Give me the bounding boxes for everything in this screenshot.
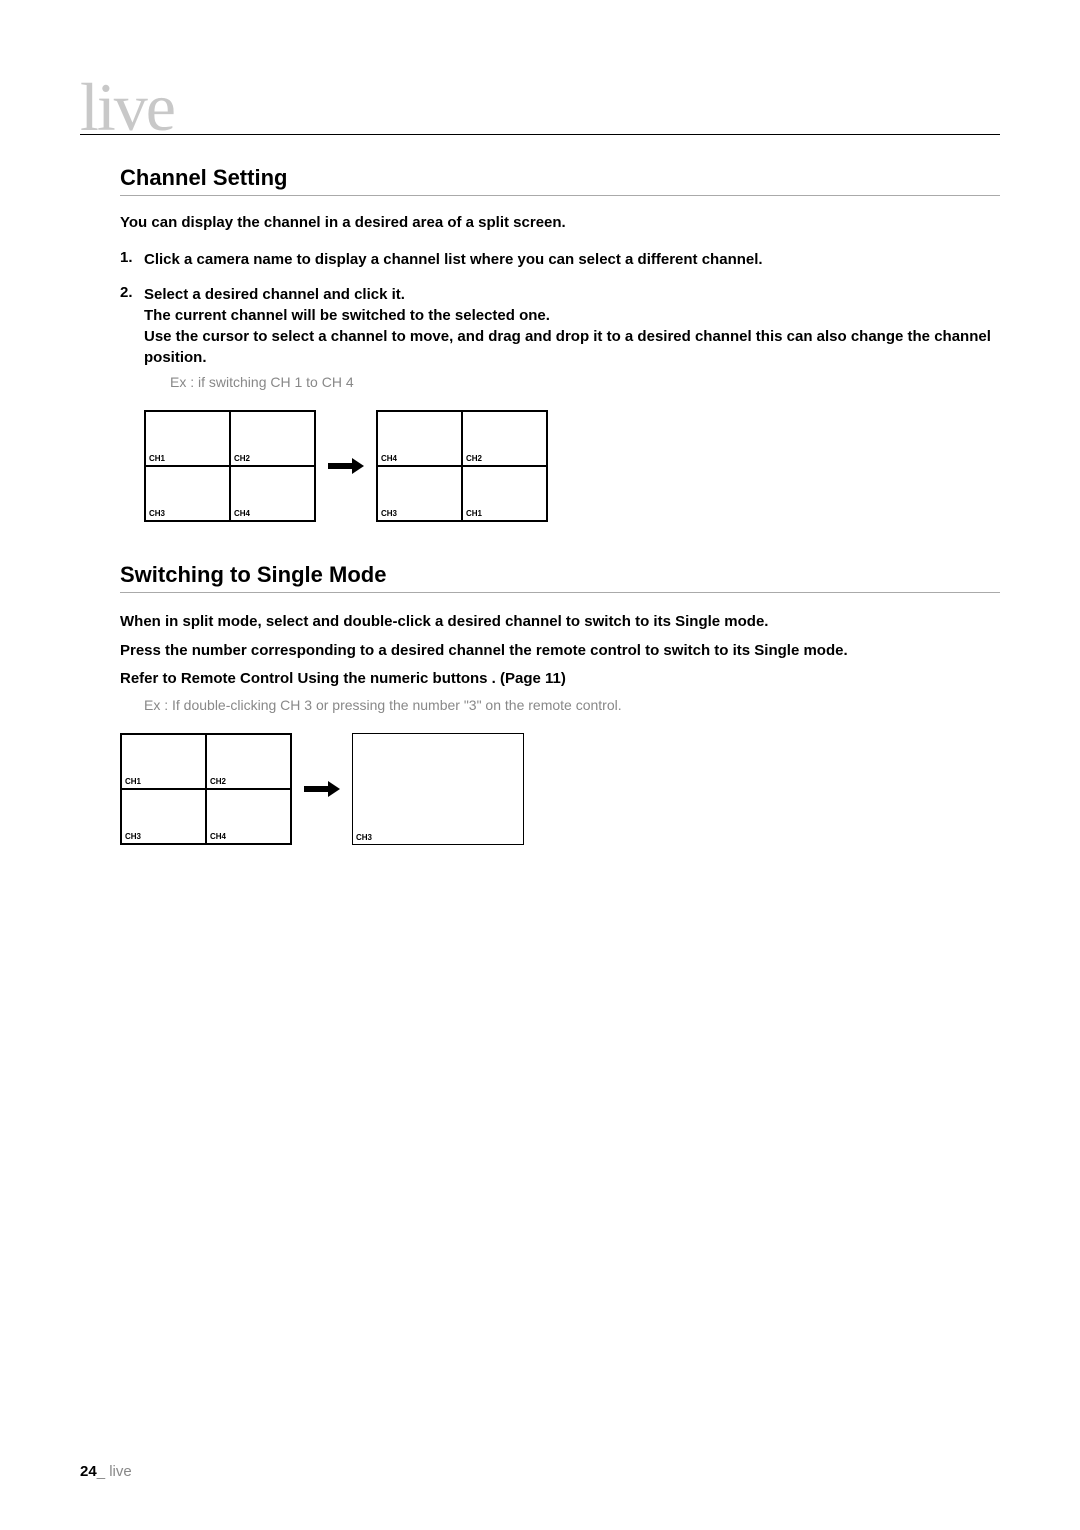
step-body: Select a desired channel and click it. T…: [144, 284, 1000, 390]
switching-line-3: Refer to Remote Control Using the numeri…: [120, 668, 1000, 691]
grid-cell: CH1: [462, 466, 547, 521]
switching-example: Ex : If double-clicking CH 3 or pressing…: [144, 697, 1000, 713]
step-text-line: Select a desired channel and click it.: [144, 284, 1000, 305]
arrow-icon: [316, 456, 376, 476]
grid-before: CH1 CH2 CH3 CH4: [144, 410, 316, 522]
page-number: 24: [80, 1463, 97, 1480]
channel-setting-diagram: CH1 CH2 CH3 CH4 CH4 CH2 CH3 CH1: [144, 410, 1000, 522]
arrow-icon: [292, 779, 352, 799]
grid-cell: CH2: [462, 411, 547, 466]
example-text: Ex : if switching CH 1 to CH 4: [170, 374, 1000, 390]
content-area: Channel Setting You can display the chan…: [80, 135, 1000, 845]
footer-label: live: [105, 1463, 132, 1480]
grid-cell: CH2: [230, 411, 315, 466]
step-1: 1. Click a camera name to display a chan…: [120, 249, 1000, 270]
grid-cell: CH4: [377, 411, 462, 466]
section-heading-switching-single: Switching to Single Mode: [120, 562, 1000, 593]
grid-cell: CH4: [206, 789, 291, 844]
section-heading-channel-setting: Channel Setting: [120, 165, 1000, 196]
grid-after: CH4 CH2 CH3 CH1: [376, 410, 548, 522]
grid-cell: CH3: [377, 466, 462, 521]
switching-diagram: CH1 CH2 CH3 CH4 CH3: [120, 733, 1000, 845]
channel-setting-steps: 1. Click a camera name to display a chan…: [120, 249, 1000, 390]
grid-cell: CH3: [121, 789, 206, 844]
grid-cell: CH3: [145, 466, 230, 521]
step-number: 1.: [120, 249, 144, 270]
page-footer: 24_ live: [80, 1463, 132, 1480]
step-body: Click a camera name to display a channel…: [144, 249, 1000, 270]
switching-line-1: When in split mode, select and double-cl…: [120, 611, 1000, 634]
switching-line-2: Press the number corresponding to a desi…: [120, 640, 1000, 663]
grid-cell: CH1: [121, 734, 206, 789]
page-header: live: [80, 80, 1000, 135]
step-number: 2.: [120, 284, 144, 390]
single-after: CH3: [352, 733, 524, 845]
step-text-line: Use the cursor to select a channel to mo…: [144, 326, 1000, 368]
step-2: 2. Select a desired channel and click it…: [120, 284, 1000, 390]
footer-sep: _: [97, 1463, 105, 1480]
step-text: Click a camera name to display a channel…: [144, 249, 1000, 270]
step-text-line: The current channel will be switched to …: [144, 305, 1000, 326]
grid-before: CH1 CH2 CH3 CH4: [120, 733, 292, 845]
grid-cell: CH2: [206, 734, 291, 789]
grid-cell: CH4: [230, 466, 315, 521]
grid-cell: CH1: [145, 411, 230, 466]
channel-setting-intro: You can display the channel in a desired…: [120, 214, 1000, 231]
